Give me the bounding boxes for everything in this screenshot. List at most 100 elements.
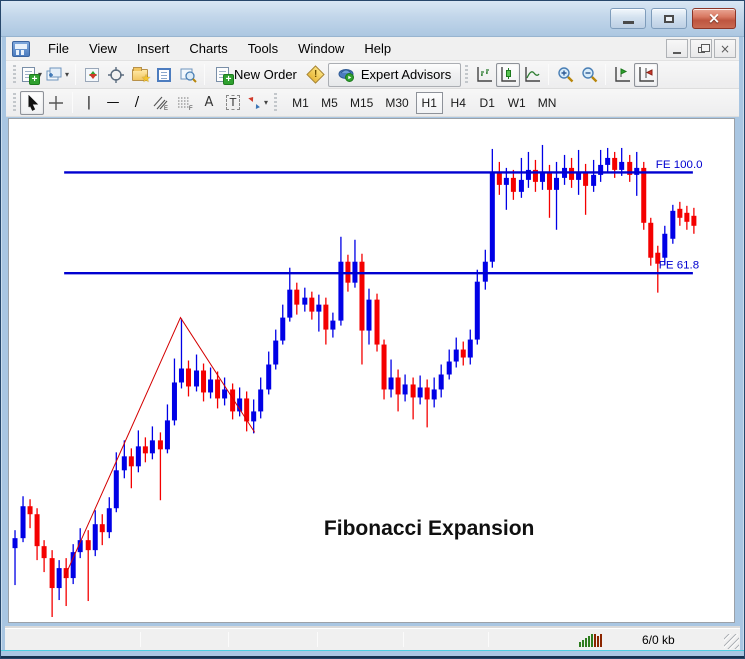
zoom-in-button[interactable]	[553, 63, 577, 87]
chart-close-icon: ×	[720, 43, 730, 55]
timeframe-m15[interactable]: M15	[345, 92, 378, 114]
chart-close-button[interactable]: ×	[714, 39, 736, 58]
toolbar-standard: + ▾ ▾ ★	[6, 61, 739, 89]
chart-shift-button[interactable]	[634, 63, 658, 87]
toolbar-separator	[605, 64, 606, 85]
horizontal-line-icon: —	[107, 95, 120, 110]
terminal-button[interactable]	[152, 63, 176, 87]
auto-scroll-icon	[613, 66, 631, 83]
menu-item-help[interactable]: Help	[354, 38, 401, 59]
vertical-line-icon: |	[87, 95, 91, 110]
resize-grip[interactable]	[724, 634, 739, 649]
trendline-icon: /	[135, 95, 139, 110]
text-label-icon: T	[226, 95, 241, 110]
expert-advisors-button[interactable]: Expert Advisors	[328, 63, 461, 87]
toolbar-grip[interactable]	[13, 93, 16, 113]
data-window-icon	[108, 67, 124, 83]
auto-scroll-button[interactable]	[610, 63, 634, 87]
text-button[interactable]: A	[197, 91, 221, 115]
bar-chart-icon	[475, 66, 493, 83]
timeframe-m5[interactable]: M5	[316, 92, 343, 114]
new-order-button[interactable]: + New Order	[209, 63, 304, 87]
status-bar: 6/0 kb	[5, 628, 740, 650]
menu-item-file[interactable]: File	[38, 38, 79, 59]
horizontal-line-button[interactable]: —	[101, 91, 125, 115]
expert-advisors-icon	[338, 67, 355, 82]
toolbar-grip[interactable]	[465, 65, 468, 85]
trendline-button[interactable]: /	[125, 91, 149, 115]
toolbar-grip[interactable]	[274, 93, 277, 113]
candlestick-chart-button[interactable]	[496, 63, 520, 87]
new-chart-icon: +	[22, 67, 35, 82]
cursor-button[interactable]	[20, 91, 44, 115]
menu-item-tools[interactable]: Tools	[238, 38, 288, 59]
timeframe-m1[interactable]: M1	[287, 92, 314, 114]
navigator-icon: ★	[132, 69, 148, 81]
toolbar-line-studies: | — / E F A T ▾ M1M5M15M30H1H4D	[6, 89, 739, 117]
status-separator	[140, 632, 141, 647]
data-window-button[interactable]	[104, 63, 128, 87]
navigator-button[interactable]: ★	[128, 63, 152, 87]
zoom-in-icon	[557, 66, 574, 83]
text-label-button[interactable]: T	[221, 91, 245, 115]
arrows-icon	[247, 95, 261, 110]
equidistant-channel-button[interactable]: E	[149, 91, 173, 115]
line-chart-button[interactable]	[520, 63, 544, 87]
chart-window-controls: ×	[666, 39, 736, 58]
menu-item-charts[interactable]: Charts	[179, 38, 237, 59]
arrows-button[interactable]: ▾	[245, 91, 270, 115]
chart-minimize-button[interactable]	[666, 39, 688, 58]
svg-text:FE 100.0: FE 100.0	[656, 159, 703, 171]
market-watch-button[interactable]	[80, 63, 104, 87]
status-separator	[488, 632, 489, 647]
timeframe-m30[interactable]: M30	[380, 92, 413, 114]
minimize-button[interactable]	[610, 8, 646, 29]
profiles-button[interactable]: ▾	[44, 63, 71, 87]
text-icon: A	[205, 95, 214, 110]
new-order-label: New Order	[234, 67, 297, 82]
toolbar-grip[interactable]	[13, 65, 16, 85]
timeframe-mn[interactable]: MN	[533, 92, 562, 114]
strategy-tester-icon	[180, 67, 197, 83]
metaeditor-button[interactable]: !	[304, 63, 328, 87]
menu-item-insert[interactable]: Insert	[127, 38, 180, 59]
timeframe-toolbar: M1M5M15M30H1H4D1W1MN	[287, 92, 561, 114]
profiles-icon	[46, 67, 62, 83]
svg-text:F: F	[189, 106, 193, 111]
maximize-icon	[664, 15, 674, 23]
traffic-label: 6/0 kb	[642, 633, 675, 647]
zoom-out-button[interactable]	[577, 63, 601, 87]
fibonacci-retracement-button[interactable]: F	[173, 91, 197, 115]
bar-chart-button[interactable]	[472, 63, 496, 87]
timeframe-d1[interactable]: D1	[474, 92, 501, 114]
timeframe-w1[interactable]: W1	[503, 92, 531, 114]
menu-item-view[interactable]: View	[79, 38, 127, 59]
window-frame-bottom	[1, 650, 744, 658]
strategy-tester-button[interactable]	[176, 63, 200, 87]
toolbar-separator	[548, 64, 549, 85]
chevron-down-icon: ▾	[65, 70, 69, 79]
toolbar-separator	[204, 64, 205, 85]
crosshair-icon	[48, 95, 64, 111]
chart-restore-button[interactable]	[690, 39, 712, 58]
timeframe-h1[interactable]: H1	[416, 92, 443, 114]
timeframe-h4[interactable]: H4	[445, 92, 472, 114]
fibonacci-retracement-icon: F	[176, 95, 194, 111]
equidistant-channel-icon: E	[152, 95, 170, 111]
close-button[interactable]: ×	[692, 8, 736, 29]
cursor-icon	[25, 95, 40, 111]
menu-item-window[interactable]: Window	[288, 38, 354, 59]
svg-text:Fibonacci Expansion: Fibonacci Expansion	[324, 517, 535, 540]
chart-area[interactable]: FE 100.0FE 61.8Fibonacci Expansion	[8, 118, 735, 623]
line-chart-icon	[523, 66, 541, 83]
new-chart-button[interactable]: + ▾	[20, 63, 44, 87]
svg-text:E: E	[164, 106, 168, 111]
chart-minimize-icon	[673, 52, 681, 54]
maximize-button[interactable]	[651, 8, 687, 29]
terminal-icon	[157, 68, 171, 82]
app-icon[interactable]	[12, 41, 30, 57]
vertical-line-button[interactable]: |	[77, 91, 101, 115]
close-icon: ×	[708, 11, 721, 26]
chart-canvas[interactable]: FE 100.0FE 61.8Fibonacci Expansion	[9, 119, 734, 622]
crosshair-button[interactable]	[44, 91, 68, 115]
